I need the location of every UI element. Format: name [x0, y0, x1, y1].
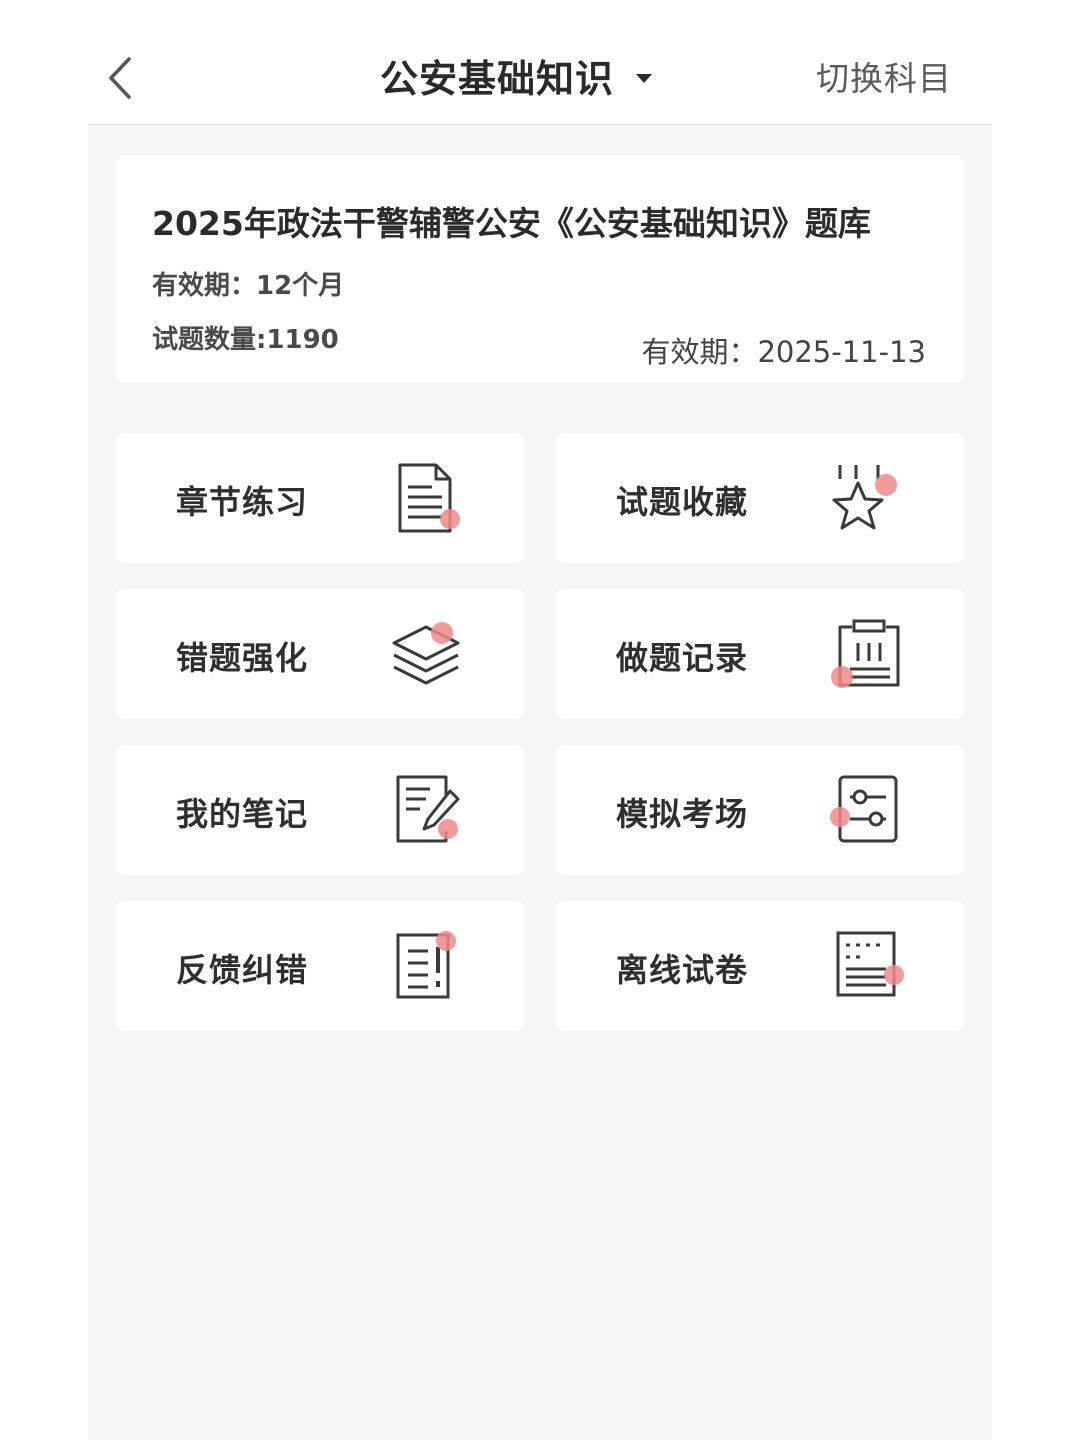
tile-label: 错题强化	[176, 639, 309, 677]
layers-icon	[392, 622, 460, 685]
validity-period: 有效期：12个月	[152, 271, 345, 301]
feedback-correction-button[interactable]: 反馈纠错	[116, 901, 524, 1031]
offline-paper-button[interactable]: 离线试卷	[556, 901, 964, 1031]
tile-label: 我的笔记	[176, 795, 309, 833]
tile-label: 模拟考场	[616, 795, 749, 833]
bank-title: 2025年政法干警辅警公安《公安基础知识》题库	[152, 204, 871, 243]
note-edit-icon	[396, 775, 460, 843]
main-content: 2025年政法干警辅警公安《公安基础知识》题库 有效期：12个月 试题数量:11…	[88, 124, 992, 1440]
star-icon	[832, 465, 897, 530]
mock-exam-button[interactable]: 模拟考场	[556, 745, 964, 875]
chapter-practice-button[interactable]: 章节练习	[116, 433, 524, 563]
tile-label: 做题记录	[616, 639, 749, 677]
practice-record-button[interactable]: 做题记录	[556, 589, 964, 719]
top-bar: 公安基础知识 切换科目	[0, 0, 1080, 124]
page-title: 公安基础知识	[380, 56, 615, 101]
tile-label: 反馈纠错	[176, 951, 309, 989]
tile-label: 章节练习	[176, 483, 309, 521]
tile-label: 试题收藏	[616, 483, 749, 521]
wrong-question-review-button[interactable]: 错题强化	[116, 589, 524, 719]
switch-subject-button[interactable]: 切换科目	[816, 52, 952, 100]
feedback-icon	[396, 931, 456, 999]
back-button[interactable]	[92, 48, 148, 108]
chevron-left-icon	[109, 57, 131, 99]
clipboard-icon	[831, 619, 900, 688]
sliders-icon	[830, 775, 898, 843]
expiry-date: 有效期：2025-11-13	[641, 335, 926, 369]
my-notes-button[interactable]: 我的笔记	[116, 745, 524, 875]
question-favorites-button[interactable]: 试题收藏	[556, 433, 964, 563]
subject-dropdown[interactable]: 公安基础知识	[380, 40, 653, 110]
document-icon	[398, 463, 460, 533]
question-bank-card: 2025年政法干警辅警公安《公安基础知识》题库 有效期：12个月 试题数量:11…	[116, 155, 964, 383]
caret-down-icon	[636, 73, 653, 83]
question-count: 试题数量:1190	[152, 325, 339, 355]
tile-label: 离线试卷	[616, 951, 749, 989]
offline-paper-icon	[836, 931, 904, 997]
